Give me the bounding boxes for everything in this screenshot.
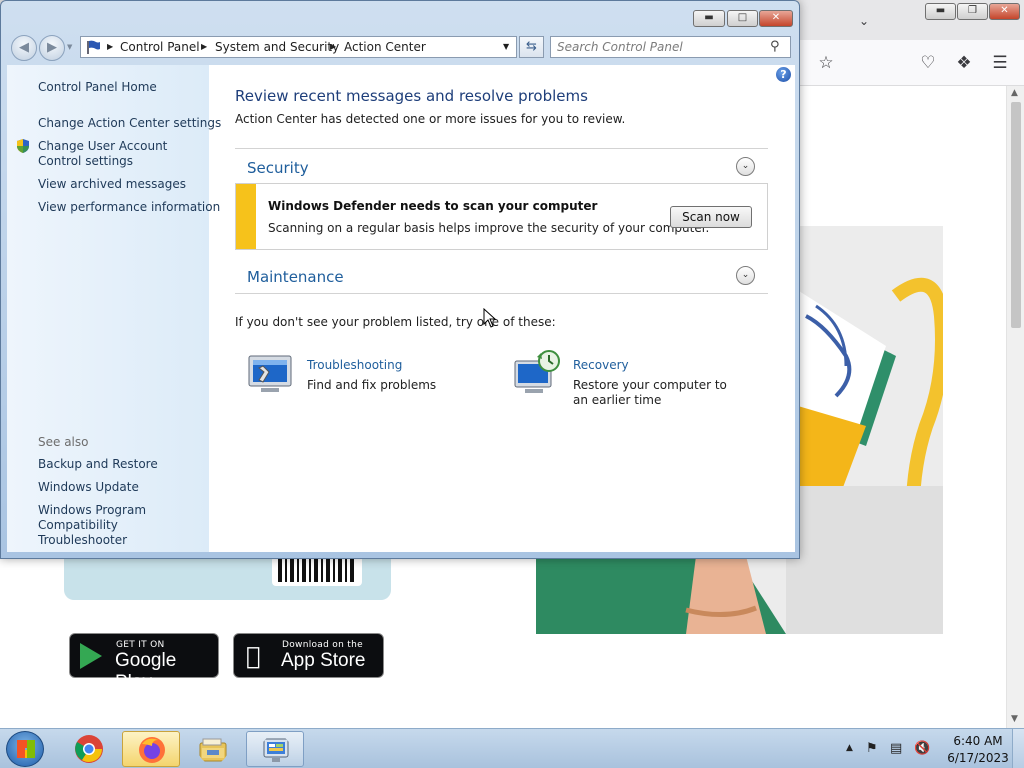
back-button[interactable]: ◀ <box>11 35 37 61</box>
google-play-icon <box>80 643 102 669</box>
control-panel-icon <box>263 738 289 762</box>
taskbar-firefox[interactable] <box>122 731 180 767</box>
search-input[interactable] <box>557 39 757 55</box>
clock-time[interactable]: 6:40 AM <box>948 734 1008 748</box>
refresh-icon: ⇆ <box>526 39 537 54</box>
section-divider <box>235 293 768 294</box>
taskbar: ▲ ⚑ ▤ 🔇 6:40 AM 6/17/2023 <box>0 728 1024 768</box>
troubleshooting-icon[interactable] <box>247 352 293 396</box>
control-panel-window: ▬ □ ✕ ◀ ▶ ▼ ▶ Control Panel ▶ System and… <box>0 0 800 559</box>
performance-info-link[interactable]: View performance information <box>38 200 220 215</box>
alert-title: Windows Defender needs to scan your comp… <box>268 199 598 213</box>
recovery-description: Restore your computer to an earlier time <box>573 378 727 407</box>
security-expand-chevron-icon[interactable]: ⌄ <box>736 157 755 176</box>
chrome-icon <box>75 735 103 763</box>
page-subheading: Action Center has detected one or more i… <box>235 112 626 126</box>
action-center-flag-icon[interactable]: ⚑ <box>866 741 878 756</box>
bookmark-star-icon[interactable]: ☆ <box>816 53 836 73</box>
close-button[interactable]: ✕ <box>759 10 793 27</box>
control-panel-body: Control Panel Home Change Action Center … <box>7 65 795 552</box>
google-play-label: Google Play <box>115 650 177 693</box>
show-desktop-button[interactable] <box>1012 729 1024 768</box>
forward-button[interactable]: ▶ <box>39 35 65 61</box>
search-box[interactable]: ⚲ <box>550 36 791 58</box>
breadcrumb-separator-icon[interactable]: ▶ <box>201 37 207 57</box>
file-explorer-icon <box>199 738 227 762</box>
page-heading: Review recent messages and resolve probl… <box>235 87 588 105</box>
uac-shield-icon <box>16 139 30 153</box>
maximize-button[interactable]: □ <box>727 10 758 27</box>
maintenance-expand-chevron-icon[interactable]: ⌄ <box>736 266 755 285</box>
apple-icon:  <box>246 642 260 670</box>
taskbar-control-panel[interactable] <box>246 731 304 767</box>
firefox-restore-button[interactable]: ❐ <box>957 3 988 20</box>
breadcrumb-system-security[interactable]: System and Security <box>215 37 339 57</box>
address-bar[interactable]: ▶ Control Panel ▶ System and Security ▶ … <box>80 36 517 58</box>
archived-messages-link[interactable]: View archived messages <box>38 177 186 192</box>
system-tray: ▲ ⚑ ▤ 🔇 6:40 AM 6/17/2023 <box>840 729 1024 768</box>
firefox-minimize-button[interactable]: ▬ <box>925 3 956 20</box>
control-panel-titlebar[interactable]: ▬ □ ✕ <box>1 1 799 31</box>
compatibility-troubleshooter-link[interactable]: Windows Program Compatibility Troublesho… <box>38 503 206 548</box>
page-scrollbar[interactable]: ▲ ▼ <box>1006 86 1024 728</box>
google-play-small-text: GET IT ON <box>116 640 165 650</box>
app-store-badge[interactable]:  Download on the App Store <box>233 633 384 678</box>
mouse-cursor-icon <box>483 308 497 328</box>
app-store-small-text: Download on the <box>282 640 363 650</box>
firefox-icon <box>139 737 165 763</box>
windows-update-link[interactable]: Windows Update <box>38 480 139 495</box>
recent-pages-icon[interactable]: ▼ <box>67 43 72 51</box>
start-button[interactable] <box>6 731 44 767</box>
scroll-down-icon[interactable]: ▼ <box>1011 714 1018 724</box>
action-center-settings-link[interactable]: Change Action Center settings <box>38 116 221 131</box>
hint-text: If you don't see your problem listed, tr… <box>235 315 556 329</box>
refresh-button[interactable]: ⇆ <box>519 36 544 58</box>
troubleshooting-description: Find and fix problems <box>307 378 437 392</box>
control-panel-flag-icon <box>85 37 101 61</box>
network-icon[interactable]: ▤ <box>890 741 902 756</box>
breadcrumb-separator-icon[interactable]: ▶ <box>107 37 113 57</box>
menu-icon[interactable]: ☰ <box>990 53 1010 73</box>
sidebar: Control Panel Home Change Action Center … <box>7 65 221 552</box>
google-play-badge[interactable]: GET IT ON Google Play <box>69 633 219 693</box>
clock-date[interactable]: 6/17/2023 <box>944 751 1012 765</box>
section-divider <box>235 148 768 149</box>
pocket-icon[interactable]: ♡ <box>918 53 938 73</box>
taskbar-chrome[interactable] <box>60 731 118 767</box>
address-dropdown-icon[interactable]: ▼ <box>503 37 509 57</box>
breadcrumb-control-panel[interactable]: Control Panel <box>120 37 200 57</box>
breadcrumb-separator-icon[interactable]: ▶ <box>330 37 336 57</box>
troubleshooting-link[interactable]: Troubleshooting <box>307 358 402 372</box>
warning-severity-strip <box>236 184 256 249</box>
breadcrumb-action-center[interactable]: Action Center <box>344 37 426 57</box>
maintenance-section-title[interactable]: Maintenance <box>247 268 344 286</box>
help-icon[interactable]: ? <box>776 67 791 82</box>
extensions-icon[interactable]: ❖ <box>954 53 974 73</box>
scan-now-button[interactable]: Scan now <box>670 206 752 228</box>
uac-settings-link[interactable]: Change User Account Control settings <box>38 139 208 169</box>
scrollbar-thumb[interactable] <box>1011 102 1021 328</box>
recovery-icon[interactable] <box>513 349 560 393</box>
app-store-label: App Store <box>281 650 366 671</box>
recovery-link[interactable]: Recovery <box>573 358 629 372</box>
taskbar-file-explorer[interactable] <box>184 731 242 767</box>
see-also-label: See also <box>38 435 89 449</box>
navigation-bar: ◀ ▶ ▼ ▶ Control Panel ▶ System and Secur… <box>1 31 799 65</box>
main-content: Review recent messages and resolve probl… <box>209 65 795 552</box>
control-panel-home-link[interactable]: Control Panel Home <box>38 80 157 95</box>
windows-logo-icon <box>17 740 35 758</box>
minimize-button[interactable]: ▬ <box>693 10 725 27</box>
defender-alert: Windows Defender needs to scan your comp… <box>235 183 768 250</box>
firefox-close-button[interactable]: ✕ <box>989 3 1020 20</box>
security-section-title[interactable]: Security <box>247 159 309 177</box>
backup-restore-link[interactable]: Backup and Restore <box>38 457 158 472</box>
volume-muted-icon[interactable]: 🔇 <box>914 741 930 756</box>
scroll-up-icon[interactable]: ▲ <box>1011 88 1018 98</box>
search-icon[interactable]: ⚲ <box>770 39 780 54</box>
tabs-list-icon[interactable]: ⌄ <box>854 11 874 31</box>
alert-description: Scanning on a regular basis helps improv… <box>268 221 710 235</box>
show-hidden-icons-icon[interactable]: ▲ <box>846 743 853 753</box>
